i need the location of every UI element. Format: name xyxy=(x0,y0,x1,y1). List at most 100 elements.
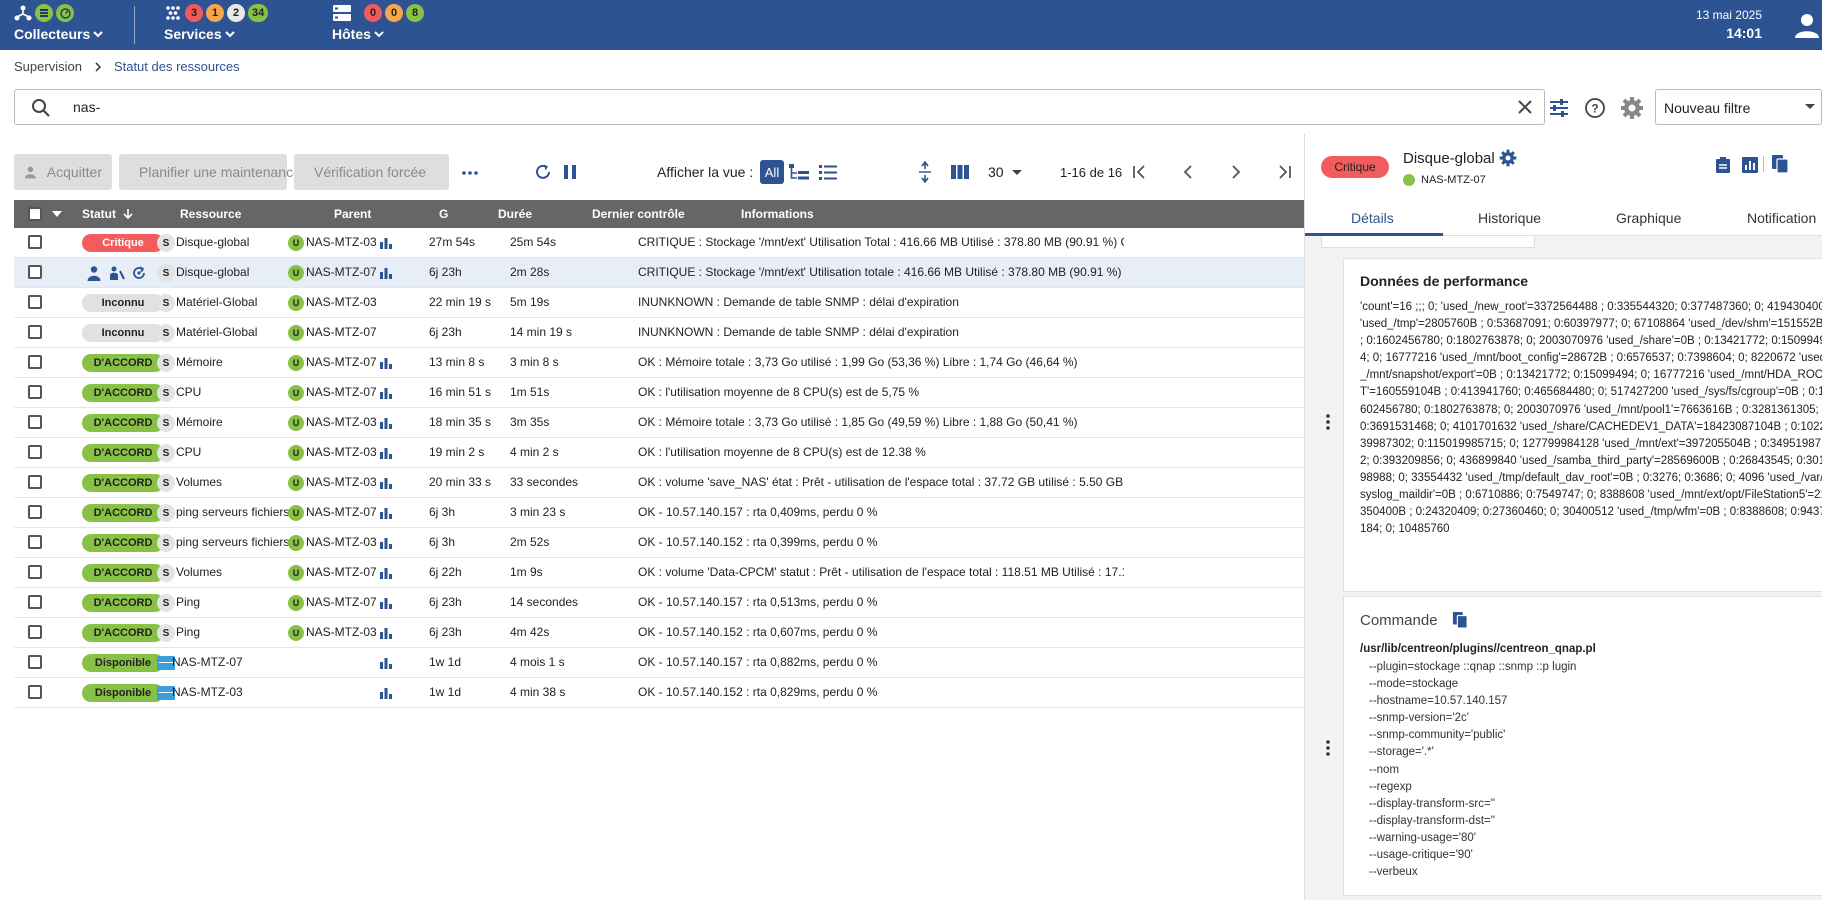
database-status-icon[interactable] xyxy=(35,4,53,22)
forced-check-button[interactable]: Vérification forcée xyxy=(294,154,449,190)
maintenance-icon[interactable] xyxy=(109,265,125,281)
rows-per-page-select[interactable]: 30 xyxy=(988,164,1022,180)
table-row[interactable]: D'ACCORD S Volumes U NAS-MTZ-07 6j 22h 1m 9s OK… xyxy=(14,558,1304,588)
parent-name[interactable]: NAS-MTZ-03 xyxy=(306,295,377,309)
filter-select[interactable]: Nouveau filtre xyxy=(1655,89,1822,125)
graph-icon[interactable] xyxy=(379,446,393,460)
parent-name[interactable]: NAS-MTZ-03 xyxy=(306,625,377,639)
gear-icon[interactable] xyxy=(1620,96,1644,120)
graph-icon[interactable] xyxy=(379,266,393,280)
row-checkbox[interactable] xyxy=(28,295,42,309)
services-ok-count[interactable]: 34 xyxy=(248,4,269,22)
parent-name[interactable]: NAS-MTZ-07 xyxy=(306,355,377,369)
chart-icon[interactable] xyxy=(1741,156,1759,174)
row-checkbox[interactable] xyxy=(28,595,42,609)
more-horizontal-icon[interactable] xyxy=(462,170,478,176)
gauge-status-icon[interactable] xyxy=(56,4,74,22)
view-all-button[interactable]: All xyxy=(760,160,784,184)
clipboard-icon[interactable] xyxy=(1715,156,1731,174)
header-graph[interactable]: G xyxy=(439,207,448,221)
hosts-up-count[interactable]: 8 xyxy=(406,4,424,22)
resource-name[interactable]: CPU xyxy=(176,385,201,399)
row-checkbox[interactable] xyxy=(28,475,42,489)
row-checkbox[interactable] xyxy=(28,505,42,519)
copy-icon[interactable] xyxy=(1452,611,1468,629)
resource-name[interactable]: CPU xyxy=(176,445,201,459)
resource-name[interactable]: ping serveurs fichiers xyxy=(176,535,289,549)
services-critical-count[interactable]: 3 xyxy=(185,4,203,22)
table-row[interactable]: Inconnu S Matériel-Global U NAS-MTZ-07 6j 23h… xyxy=(14,318,1304,348)
resource-name[interactable]: Disque-global xyxy=(176,265,249,279)
refresh-icon[interactable] xyxy=(534,163,552,181)
table-row[interactable]: Disponible NAS-MTZ-03 1w 1d 4 min 38 s OK - … xyxy=(14,678,1304,708)
parent-name[interactable]: NAS-MTZ-07 xyxy=(306,325,377,339)
last-page-icon[interactable] xyxy=(1276,163,1292,181)
resource-name[interactable]: Volumes xyxy=(176,565,222,579)
schedule-maintenance-button[interactable]: Planifier une maintenance xyxy=(119,154,301,190)
pause-icon[interactable] xyxy=(562,163,578,181)
hosts-unreachable-count[interactable]: 0 xyxy=(385,4,403,22)
breadcrumb-resource-status[interactable]: Statut des ressources xyxy=(114,59,240,74)
parent-name[interactable]: NAS-MTZ-07 xyxy=(306,385,377,399)
table-row[interactable]: Critique S Disque-global U NAS-MTZ-03 27m 54s… xyxy=(14,228,1304,258)
copy-icon[interactable] xyxy=(1771,154,1789,174)
tune-icon[interactable] xyxy=(1548,97,1570,119)
panel-parent[interactable]: NAS-MTZ-07 xyxy=(1403,174,1486,186)
table-row[interactable]: Inconnu S Matériel-Global U NAS-MTZ-03 22 min… xyxy=(14,288,1304,318)
tab-history[interactable]: Historique xyxy=(1478,210,1541,226)
close-icon[interactable] xyxy=(1516,98,1534,116)
collectors-menu[interactable]: Collecteurs xyxy=(14,0,134,50)
parent-name[interactable]: NAS-MTZ-03 xyxy=(306,415,377,429)
graph-icon[interactable] xyxy=(379,506,393,520)
resource-name[interactable]: ping serveurs fichiers xyxy=(176,505,289,519)
table-row[interactable]: D'ACCORD S Mémoire U NAS-MTZ-03 18 min 35 s 3m… xyxy=(14,408,1304,438)
services-unknown-count[interactable]: 2 xyxy=(227,4,245,22)
tab-graph[interactable]: Graphique xyxy=(1616,210,1681,226)
row-checkbox[interactable] xyxy=(28,685,42,699)
resource-name[interactable]: Disque-global xyxy=(176,235,249,249)
services-warning-count[interactable]: 1 xyxy=(206,4,224,22)
resource-name[interactable]: Ping xyxy=(176,595,200,609)
row-checkbox[interactable] xyxy=(28,445,42,459)
row-checkbox[interactable] xyxy=(28,625,42,639)
row-checkbox[interactable] xyxy=(28,385,42,399)
resource-name[interactable]: NAS-MTZ-03 xyxy=(172,685,243,699)
graph-icon[interactable] xyxy=(379,356,393,370)
columns-icon[interactable] xyxy=(950,163,970,181)
row-checkbox[interactable] xyxy=(28,325,42,339)
graph-icon[interactable] xyxy=(379,596,393,610)
refresh-check-icon[interactable] xyxy=(131,265,147,281)
row-checkbox[interactable] xyxy=(28,265,42,279)
parent-name[interactable]: NAS-MTZ-07 xyxy=(306,565,377,579)
graph-icon[interactable] xyxy=(379,476,393,490)
graph-icon[interactable] xyxy=(379,656,393,670)
header-information[interactable]: Informations xyxy=(741,207,814,221)
resource-name[interactable]: Mémoire xyxy=(176,355,223,369)
table-row[interactable]: Disponible NAS-MTZ-07 1w 1d 4 mois 1 s OK - … xyxy=(14,648,1304,678)
resource-name[interactable]: Ping xyxy=(176,625,200,639)
parent-name[interactable]: NAS-MTZ-07 xyxy=(306,505,377,519)
list-view-icon[interactable] xyxy=(818,162,838,182)
row-checkbox[interactable] xyxy=(28,235,42,249)
resource-name[interactable]: Matériel-Global xyxy=(176,295,257,309)
first-page-icon[interactable] xyxy=(1132,163,1148,181)
header-resource[interactable]: Ressource xyxy=(180,207,241,221)
help-icon[interactable]: ? xyxy=(1584,97,1606,119)
caret-down-icon[interactable] xyxy=(52,211,62,217)
parent-name[interactable]: NAS-MTZ-03 xyxy=(306,535,377,549)
graph-icon[interactable] xyxy=(379,626,393,640)
header-status[interactable]: Statut xyxy=(82,207,134,221)
drag-handle-icon[interactable] xyxy=(1326,740,1330,756)
row-checkbox[interactable] xyxy=(28,565,42,579)
breadcrumb-supervision[interactable]: Supervision xyxy=(14,59,82,74)
row-checkbox[interactable] xyxy=(28,355,42,369)
header-duration[interactable]: Durée xyxy=(498,207,532,221)
row-checkbox[interactable] xyxy=(28,415,42,429)
parent-name[interactable]: NAS-MTZ-03 xyxy=(306,445,377,459)
header-last-check[interactable]: Dernier contrôle xyxy=(592,207,685,221)
graph-icon[interactable] xyxy=(379,416,393,430)
resource-name[interactable]: Mémoire xyxy=(176,415,223,429)
acknowledge-button[interactable]: Acquitter xyxy=(14,154,112,190)
table-row[interactable]: D'ACCORD S Ping U NAS-MTZ-07 6j 23h 14 seconde… xyxy=(14,588,1304,618)
next-page-icon[interactable] xyxy=(1228,163,1244,181)
